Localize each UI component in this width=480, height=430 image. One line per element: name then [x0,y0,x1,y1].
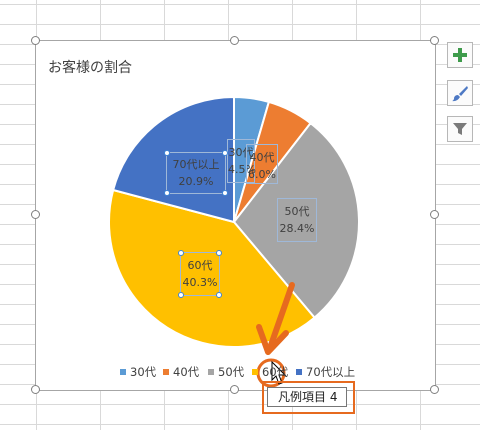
legend-swatch [208,369,214,375]
funnel-icon [453,123,467,135]
legend-label: 50代 [218,365,245,379]
label-handle[interactable] [178,292,184,298]
legend-swatch [163,369,169,375]
legend-item-40s[interactable]: 40代 [163,364,199,380]
legend-swatch [120,369,126,375]
legend-label: 60代 [262,365,289,379]
label-handle[interactable] [222,190,228,196]
legend-swatch [252,369,258,375]
legend-item-30s[interactable]: 30代 [120,364,156,380]
label-handle[interactable] [216,292,222,298]
data-label-value: 20.9% [178,175,214,188]
label-handle[interactable] [178,250,184,256]
legend-item-70s-plus[interactable]: 70代以上 [296,364,355,380]
label-handle[interactable] [216,250,222,256]
data-label-category: 60代 [187,259,213,272]
data-label-category: 50代 [284,205,310,218]
legend-label: 40代 [173,365,200,379]
plus-icon [453,48,467,62]
legend-label: 70代以上 [306,365,356,379]
label-handle[interactable] [164,150,170,156]
data-label-category: 70代以上 [172,158,220,171]
label-handle[interactable] [164,190,170,196]
data-label-50s[interactable]: 50代 28.4% [277,198,317,242]
data-label-value: 40.3% [182,276,218,289]
legend-swatch [296,369,302,375]
data-label-60s[interactable]: 60代 40.3% [178,250,222,298]
brush-icon [452,86,468,102]
data-label-value: 28.4% [279,222,315,235]
data-label-40s[interactable]: 40代 6.0% [246,144,278,184]
legend-label: 30代 [130,365,157,379]
label-handle[interactable] [222,150,228,156]
chart-filters-button[interactable] [447,116,473,142]
data-label-value: 6.0% [248,168,276,181]
chart-elements-button[interactable] [447,42,473,68]
legend-tooltip: 凡例項目 4 [267,387,347,407]
chart-styles-button[interactable] [447,80,473,106]
data-label-category: 40代 [249,151,275,164]
legend-item-50s[interactable]: 50代 [208,364,244,380]
legend-item-60s[interactable]: 60代 [252,364,288,380]
data-label-70s-plus[interactable]: 70代以上 20.9% [164,150,228,196]
